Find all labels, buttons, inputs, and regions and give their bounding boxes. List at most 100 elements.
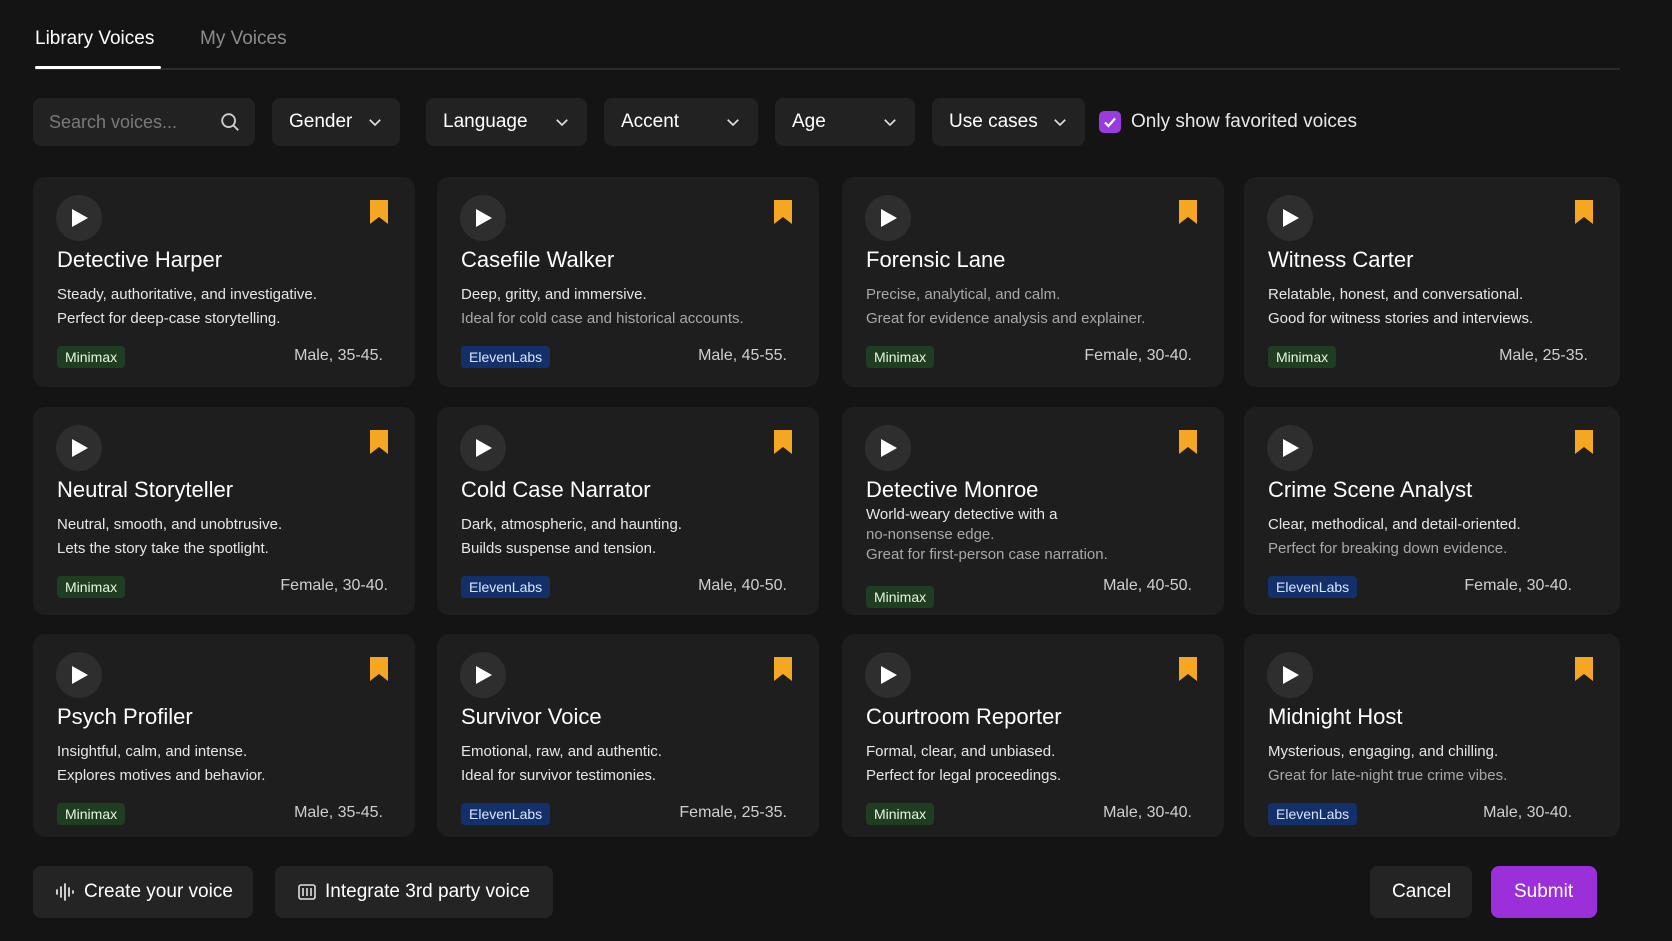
voice-card[interactable]: Survivor Voice Emotional, raw, and authen… (437, 634, 819, 837)
voice-description-line: Neutral, smooth, and unobtrusive. (57, 516, 283, 533)
bookmark-icon[interactable] (1574, 656, 1594, 682)
create-voice-button[interactable]: Create your voice (33, 866, 253, 918)
voice-meta: Male, 25-35. (1499, 347, 1588, 364)
play-button[interactable] (56, 652, 102, 698)
favorites-checkbox-label: Only show favorited voices (1131, 111, 1357, 132)
bookmark-icon[interactable] (1178, 656, 1198, 682)
bookmark-icon[interactable] (1574, 429, 1594, 455)
play-icon (1283, 209, 1299, 227)
language-dropdown-label: Language (443, 111, 528, 132)
voice-card[interactable]: Midnight Host Mysterious, engaging, and c… (1244, 634, 1620, 837)
voice-description: Steady, authoritative, and investigative… (57, 283, 397, 331)
bookmark-icon[interactable] (1178, 429, 1198, 455)
filter-bar: Gender Language Accent Age Use cases Onl… (33, 98, 1633, 146)
voice-description-line: Dark, atmospheric, and haunting. (461, 516, 682, 533)
play-button[interactable] (865, 652, 911, 698)
voice-card[interactable]: Detective Harper Steady, authoritative, a… (33, 177, 415, 387)
submit-label: Submit (1514, 881, 1574, 902)
bookmark-icon[interactable] (1574, 199, 1594, 225)
voice-description-line: Ideal for cold case and historical accou… (461, 310, 744, 327)
voice-card[interactable]: Neutral Storyteller Neutral, smooth, and … (33, 407, 415, 615)
language-dropdown[interactable]: Language (426, 98, 587, 146)
footer-actions: Create your voice Integrate 3rd party vo… (33, 866, 1620, 918)
voice-description-line: World-weary detective with a (866, 506, 1058, 523)
provider-badge: Minimax (866, 586, 935, 608)
play-icon (72, 439, 88, 457)
bookmark-icon[interactable] (369, 199, 389, 225)
voice-card[interactable]: Detective Monroe World-weary detective wi… (842, 407, 1224, 615)
submit-button[interactable]: Submit (1491, 866, 1597, 918)
integrate-voice-label: Integrate 3rd party voice (325, 881, 530, 902)
voice-description-line: Good for witness stories and interviews. (1268, 310, 1534, 327)
plug-icon (298, 884, 316, 900)
bookmark-icon[interactable] (773, 656, 793, 682)
voice-meta: Male, 40-50. (698, 577, 787, 594)
gender-dropdown[interactable]: Gender (272, 98, 400, 146)
voice-description: World-weary detective with a no-nonsense … (866, 505, 1206, 565)
play-icon (72, 209, 88, 227)
voice-meta: Male, 40-50. (1103, 577, 1192, 594)
voice-card[interactable]: Witness Carter Relatable, honest, and con… (1244, 177, 1620, 387)
play-button[interactable] (865, 425, 911, 471)
play-button[interactable] (460, 425, 506, 471)
play-icon (881, 439, 897, 457)
voice-description: Clear, methodical, and detail-oriented. P… (1268, 513, 1608, 561)
voice-card[interactable]: Crime Scene Analyst Clear, methodical, an… (1244, 407, 1620, 615)
voice-description: Mysterious, engaging, and chilling. Great… (1268, 740, 1608, 788)
play-icon (72, 666, 88, 684)
voice-description: Dark, atmospheric, and haunting. Builds s… (461, 513, 801, 561)
play-button[interactable] (1267, 195, 1313, 241)
bookmark-icon[interactable] (1178, 199, 1198, 225)
voice-description-line: Great for evidence analysis and explaine… (866, 310, 1146, 327)
play-button[interactable] (460, 652, 506, 698)
voice-grid: Detective Harper Steady, authoritative, a… (33, 177, 1620, 839)
voice-card[interactable]: Forensic Lane Precise, analytical, and ca… (842, 177, 1224, 387)
voice-meta: Female, 30-40. (1464, 577, 1572, 594)
bookmark-icon[interactable] (369, 656, 389, 682)
voice-description-line: Great for first-person case narration. (866, 546, 1108, 563)
play-button[interactable] (1267, 425, 1313, 471)
voice-description-line: Perfect for deep-case storytelling. (57, 310, 281, 327)
play-button[interactable] (865, 195, 911, 241)
play-icon (476, 439, 492, 457)
bookmark-icon[interactable] (773, 429, 793, 455)
use-cases-dropdown[interactable]: Use cases (932, 98, 1085, 146)
voice-card[interactable]: Casefile Walker Deep, gritty, and immersi… (437, 177, 819, 387)
voice-description: Formal, clear, and unbiased. Perfect for … (866, 740, 1206, 788)
voice-description-line: Lets the story take the spotlight. (57, 540, 269, 557)
play-button[interactable] (56, 425, 102, 471)
voice-description-line: Steady, authoritative, and investigative… (57, 286, 317, 303)
cancel-button[interactable]: Cancel (1370, 866, 1472, 918)
voice-card[interactable]: Psych Profiler Insightful, calm, and inte… (33, 634, 415, 837)
accent-dropdown[interactable]: Accent (604, 98, 758, 146)
voice-name: Survivor Voice (461, 704, 602, 729)
voice-description: Insightful, calm, and intense. Explores m… (57, 740, 397, 788)
search-icon[interactable] (219, 111, 241, 133)
play-button[interactable] (56, 195, 102, 241)
favorites-checkbox[interactable] (1099, 111, 1121, 133)
search-box[interactable] (33, 98, 255, 146)
voice-card[interactable]: Courtroom Reporter Formal, clear, and unb… (842, 634, 1224, 837)
integrate-voice-button[interactable]: Integrate 3rd party voice (275, 866, 553, 918)
voice-card[interactable]: Cold Case Narrator Dark, atmospheric, and… (437, 407, 819, 615)
search-input[interactable] (49, 98, 209, 146)
voice-description: Emotional, raw, and authentic. Ideal for … (461, 740, 801, 788)
play-button[interactable] (1267, 652, 1313, 698)
play-button[interactable] (460, 195, 506, 241)
create-voice-label: Create your voice (84, 881, 233, 902)
favorites-filter[interactable]: Only show favorited voices (1099, 98, 1359, 146)
bookmark-icon[interactable] (369, 429, 389, 455)
tab-my-voices[interactable]: My Voices (200, 28, 287, 50)
chevron-down-icon (1054, 119, 1066, 127)
provider-badge: ElevenLabs (1268, 803, 1358, 825)
voice-description-line: Perfect for breaking down evidence. (1268, 540, 1508, 557)
play-icon (881, 666, 897, 684)
voice-description-line: Clear, methodical, and detail-oriented. (1268, 516, 1521, 533)
tab-library-voices[interactable]: Library Voices (35, 28, 154, 50)
chevron-down-icon (369, 119, 381, 127)
voice-name: Cold Case Narrator (461, 477, 651, 502)
waveform-icon (56, 883, 74, 901)
use-cases-dropdown-label: Use cases (949, 111, 1038, 132)
bookmark-icon[interactable] (773, 199, 793, 225)
age-dropdown[interactable]: Age (775, 98, 915, 146)
